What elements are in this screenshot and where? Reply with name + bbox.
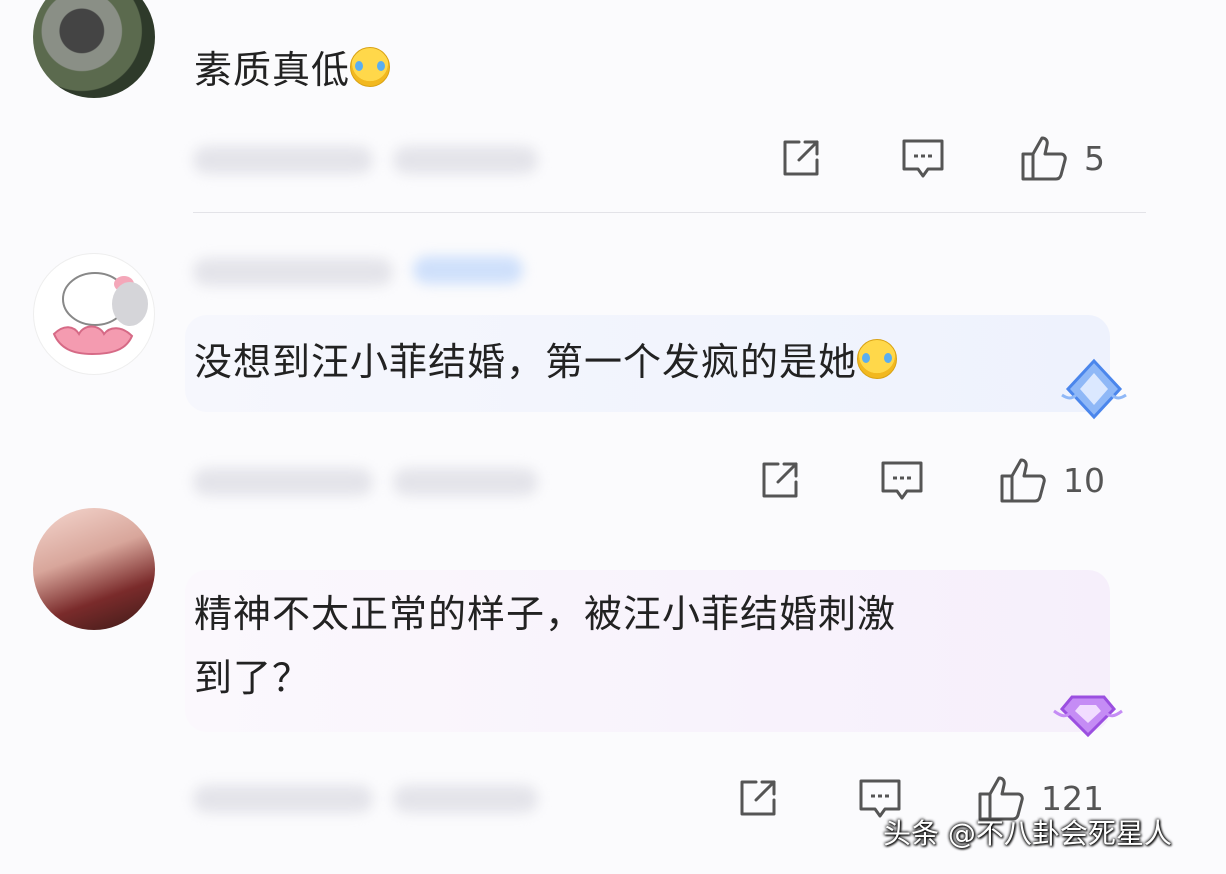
- comment-text: 精神不太正常的样子，被汪小菲结婚刺激 到了？: [194, 582, 896, 710]
- comment-text-line-2: 到了？: [194, 656, 312, 700]
- watermark: 头条 @不八卦会死星人: [883, 817, 1172, 850]
- blurred-location: [393, 785, 538, 813]
- purple-diamond-badge-icon: [1052, 675, 1124, 747]
- comment-text-line-1: 精神不太正常的样子，被汪小菲结婚刺激: [194, 592, 897, 636]
- share-button[interactable]: [736, 776, 780, 820]
- comment-3: 精神不太正常的样子，被汪小菲结婚刺激 到了？ 121: [0, 0, 1226, 874]
- user-avatar[interactable]: [33, 508, 155, 630]
- share-icon: [736, 776, 780, 820]
- blurred-timestamp: [193, 785, 373, 813]
